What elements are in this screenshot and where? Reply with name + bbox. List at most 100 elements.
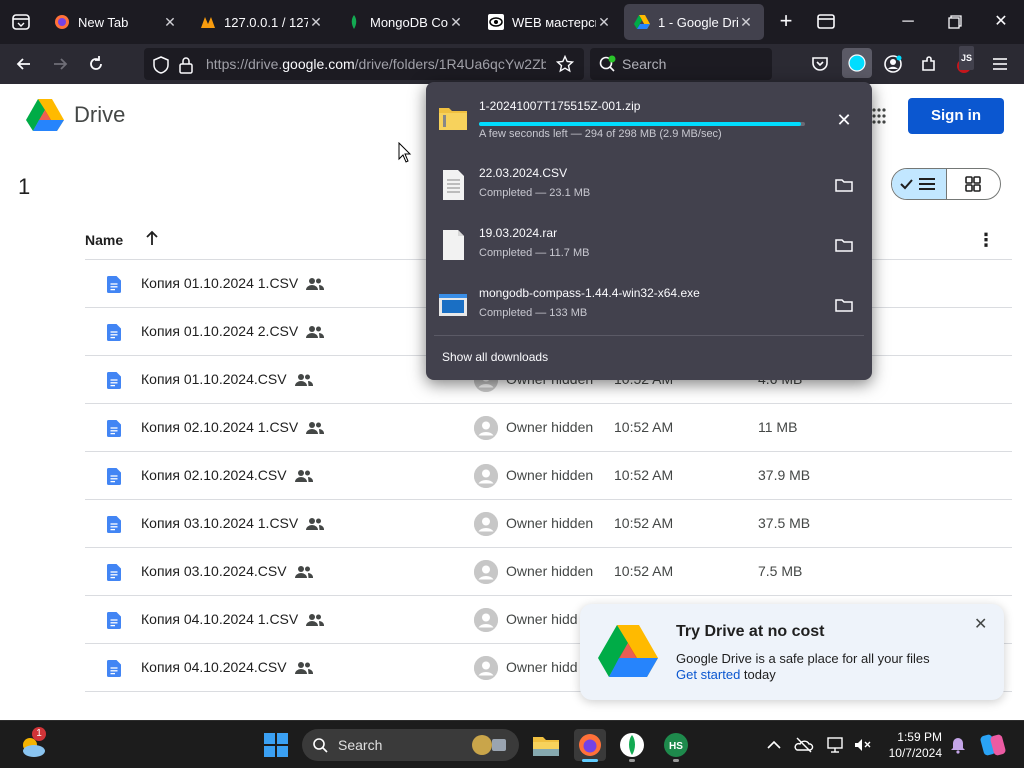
- close-window-button[interactable]: ✕: [989, 10, 1013, 34]
- download-item[interactable]: 1-20241007T175515Z-001.zip A few seconds…: [426, 88, 872, 148]
- account-button[interactable]: [881, 52, 905, 76]
- reload-button[interactable]: [84, 52, 108, 76]
- file-name[interactable]: Копия 03.10.2024.CSV: [141, 563, 287, 579]
- shared-people-icon: [306, 614, 324, 626]
- show-in-folder-icon[interactable]: [834, 175, 854, 195]
- google-docs-file-icon: [107, 276, 121, 293]
- new-tab-button[interactable]: +: [774, 10, 798, 34]
- close-tab-icon[interactable]: ✕: [596, 14, 612, 31]
- url-text[interactable]: https://drive.google.com/drive/folders/1…: [206, 56, 546, 72]
- file-row[interactable]: Копия 03.10.2024.CSV Owner hidden 10:52 AM…: [85, 548, 1012, 596]
- lock-icon[interactable]: [178, 56, 194, 74]
- more-options-icon[interactable]: ⋮: [977, 230, 995, 251]
- network-monitor-icon[interactable]: [826, 735, 846, 755]
- file-name[interactable]: Копия 03.10.2024 1.CSV: [141, 515, 298, 531]
- tab-google-drive[interactable]: 1 - Google Drive ✕: [624, 4, 764, 40]
- google-docs-file-icon: [107, 660, 121, 677]
- mongodb-leaf-icon: [620, 733, 644, 757]
- close-tab-icon[interactable]: ✕: [162, 14, 178, 31]
- grid-view-option[interactable]: [947, 169, 1001, 199]
- forward-button[interactable]: [48, 52, 72, 76]
- extensions-button[interactable]: [917, 52, 941, 76]
- heidisql-app[interactable]: HS: [660, 729, 692, 762]
- download-filename: 19.03.2024.rar: [479, 226, 558, 240]
- eye-icon: [488, 14, 504, 30]
- file-name[interactable]: Копия 04.10.2024 1.CSV: [141, 611, 298, 627]
- close-tab-icon[interactable]: ✕: [448, 14, 464, 31]
- file-row[interactable]: Копия 02.10.2024 1.CSV Owner hidden 10:52 …: [85, 404, 1012, 452]
- tab-new-tab[interactable]: New Tab ✕: [44, 4, 188, 40]
- download-filename: 1-20241007T175515Z-001.zip: [479, 99, 641, 113]
- file-row[interactable]: Копия 02.10.2024.CSV Owner hidden 10:52 AM…: [85, 452, 1012, 500]
- file-name[interactable]: Копия 01.10.2024.CSV: [141, 371, 287, 387]
- search-engine-icon: [599, 55, 616, 72]
- tab-web-workshop[interactable]: WEB мастерская ✕: [478, 4, 622, 40]
- file-name[interactable]: Копия 02.10.2024 1.CSV: [141, 419, 298, 435]
- show-in-folder-icon[interactable]: [834, 235, 854, 255]
- download-item[interactable]: 22.03.2024.CSV Completed — 23.1 MB: [426, 155, 872, 215]
- download-item[interactable]: mongodb-compass-1.44.4-win32-x64.exe Com…: [426, 275, 872, 335]
- search-box[interactable]: Search: [590, 48, 772, 80]
- tracking-shield-icon[interactable]: [152, 56, 170, 74]
- file-row[interactable]: Копия 03.10.2024 1.CSV Owner hidden 10:52 …: [85, 500, 1012, 548]
- download-filename: 22.03.2024.CSV: [479, 166, 568, 180]
- google-apps-icon[interactable]: [872, 108, 886, 124]
- download-progress-bar: [479, 122, 805, 126]
- search-icon: [313, 738, 328, 753]
- list-view-icon: [900, 178, 935, 190]
- clock-time: 1:59 PM: [897, 730, 942, 744]
- tab-mongodb[interactable]: MongoDB Comp ✕: [336, 4, 474, 40]
- promo-title: Try Drive at no cost: [676, 623, 825, 640]
- close-tab-icon[interactable]: ✕: [308, 14, 324, 31]
- firefox-view-button[interactable]: [814, 10, 838, 34]
- sort-arrow-up-icon[interactable]: [145, 230, 159, 251]
- tab-phpmyadmin[interactable]: 127.0.0.1 / 127.0. ✕: [190, 4, 334, 40]
- list-view-option[interactable]: [892, 169, 947, 199]
- minimize-button[interactable]: ─: [896, 10, 920, 34]
- maximize-button[interactable]: [943, 10, 967, 34]
- notification-bell-icon[interactable]: [948, 735, 968, 755]
- show-all-downloads-link[interactable]: Show all downloads: [442, 350, 548, 364]
- pocket-button[interactable]: [808, 52, 832, 76]
- file-name[interactable]: Копия 02.10.2024.CSV: [141, 467, 287, 483]
- bookmark-star-icon[interactable]: [556, 55, 574, 73]
- close-promo-icon[interactable]: ✕: [974, 614, 987, 634]
- owner-avatar: [474, 464, 498, 488]
- volume-muted-icon[interactable]: [852, 735, 872, 755]
- file-name[interactable]: Копия 01.10.2024 1.CSV: [141, 275, 298, 291]
- blank-file-icon: [443, 230, 464, 260]
- weather-widget[interactable]: 1: [18, 727, 48, 761]
- address-bar[interactable]: https://drive.google.com/drive/folders/1…: [144, 48, 584, 80]
- firefox-app[interactable]: [574, 729, 606, 762]
- shared-people-icon: [306, 278, 324, 290]
- get-started-link[interactable]: Get started: [676, 667, 740, 682]
- clock[interactable]: 1:59 PM 10/7/2024: [880, 729, 942, 761]
- mongodb-compass-app[interactable]: [616, 729, 648, 762]
- tab-list-button[interactable]: [8, 10, 34, 34]
- file-name[interactable]: Копия 04.10.2024.CSV: [141, 659, 287, 675]
- name-column-header[interactable]: Name: [85, 232, 123, 248]
- cancel-download-icon[interactable]: ✕: [834, 110, 854, 130]
- app-menu-button[interactable]: [988, 52, 1012, 76]
- taskbar-search[interactable]: Search: [302, 729, 519, 761]
- drive-logo[interactable]: Drive: [26, 98, 125, 132]
- promo-text: Google Drive is a safe place for all you…: [676, 651, 930, 666]
- tab-list-icon: [12, 14, 30, 30]
- download-item[interactable]: 19.03.2024.rar Completed — 11.7 MB: [426, 215, 872, 275]
- file-name[interactable]: Копия 01.10.2024 2.CSV: [141, 323, 298, 339]
- js-extension-button[interactable]: JS: [953, 46, 977, 76]
- google-drive-icon: [634, 14, 650, 30]
- zip-folder-icon: [439, 108, 467, 130]
- chevron-up-icon[interactable]: [764, 735, 784, 755]
- downloads-button[interactable]: [842, 48, 872, 78]
- file-size: 7.5 MB: [758, 563, 803, 579]
- start-button[interactable]: [264, 733, 288, 757]
- owner-avatar: [474, 512, 498, 536]
- close-tab-icon[interactable]: ✕: [738, 14, 754, 31]
- sign-in-button[interactable]: Sign in: [908, 98, 1004, 134]
- onedrive-cloud-off-icon[interactable]: [794, 735, 814, 755]
- file-explorer-app[interactable]: [530, 729, 562, 761]
- back-button[interactable]: [12, 52, 36, 76]
- copilot-icon[interactable]: [980, 731, 1008, 759]
- show-in-folder-icon[interactable]: [834, 295, 854, 315]
